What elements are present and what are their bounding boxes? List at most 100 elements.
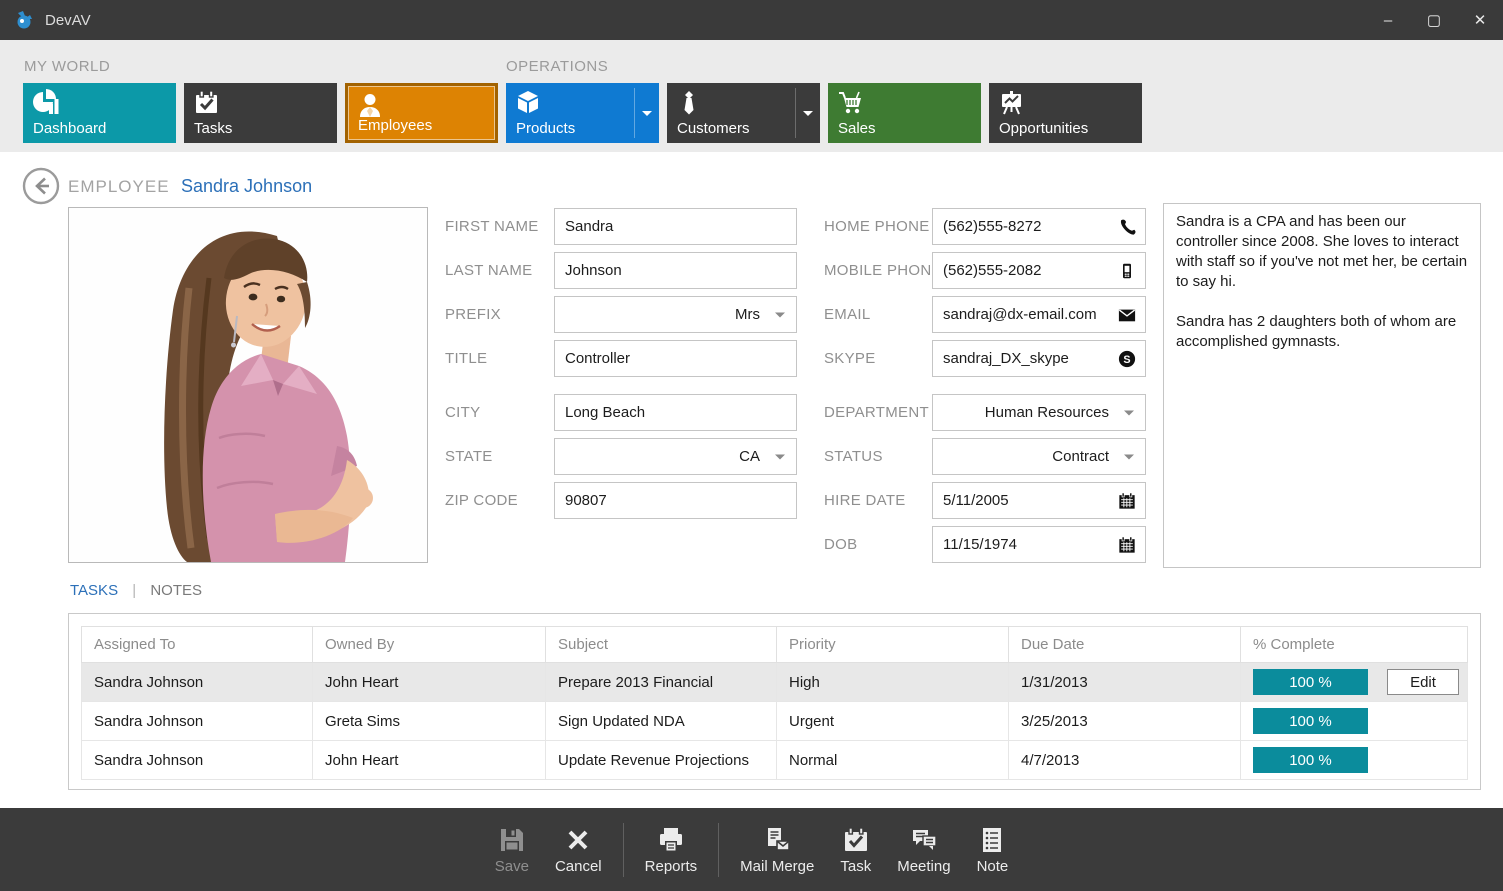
employee-photo[interactable] bbox=[68, 207, 428, 563]
back-arrow-icon bbox=[22, 167, 60, 205]
zip-field[interactable] bbox=[554, 482, 797, 519]
cell-owned-by[interactable]: John Heart bbox=[313, 663, 546, 702]
column-header-owned-by[interactable]: Owned By bbox=[313, 627, 546, 663]
meeting-button[interactable]: Meeting bbox=[884, 825, 963, 875]
last-name-field[interactable] bbox=[554, 252, 797, 289]
table-row[interactable]: Sandra Johnson John Heart Update Revenue… bbox=[82, 741, 1468, 780]
skype-label: SKYPE bbox=[824, 340, 876, 377]
prefix-value: Mrs bbox=[735, 306, 760, 323]
tasks-icon bbox=[193, 89, 220, 116]
column-header-complete[interactable]: % Complete bbox=[1241, 627, 1468, 663]
hire-date-field[interactable] bbox=[932, 482, 1146, 519]
column-header-due-date[interactable]: Due Date bbox=[1009, 627, 1241, 663]
cell-owned-by[interactable]: Greta Sims bbox=[313, 702, 546, 741]
title-field[interactable] bbox=[554, 340, 797, 377]
close-button[interactable]: ✕ bbox=[1457, 0, 1503, 40]
cell-complete: 100 % bbox=[1241, 741, 1468, 780]
title-bar: DevAV – ▢ ✕ bbox=[0, 0, 1503, 40]
skype-icon: S bbox=[1117, 349, 1137, 369]
products-dropdown-button[interactable] bbox=[634, 88, 659, 138]
cell-priority[interactable]: High bbox=[777, 663, 1009, 702]
column-header-priority[interactable]: Priority bbox=[777, 627, 1009, 663]
cell-complete: 100 % bbox=[1241, 702, 1468, 741]
cancel-button[interactable]: Cancel bbox=[542, 825, 615, 875]
title-input[interactable] bbox=[555, 341, 796, 376]
maximize-button[interactable]: ▢ bbox=[1411, 0, 1457, 40]
customers-dropdown-button[interactable] bbox=[795, 88, 820, 138]
mobile-phone-label: MOBILE PHONE bbox=[824, 252, 942, 289]
zip-input[interactable] bbox=[555, 483, 796, 518]
calendar-icon bbox=[1117, 491, 1137, 511]
employees-icon bbox=[357, 92, 384, 119]
tile-dashboard[interactable]: Dashboard bbox=[23, 83, 176, 143]
cell-owned-by[interactable]: John Heart bbox=[313, 741, 546, 780]
table-row[interactable]: Sandra Johnson John Heart Prepare 2013 F… bbox=[82, 663, 1468, 702]
sales-icon bbox=[837, 89, 864, 116]
first-name-input[interactable] bbox=[555, 209, 796, 244]
chevron-down-icon bbox=[1124, 454, 1134, 459]
cell-assigned-to[interactable]: Sandra Johnson bbox=[82, 663, 313, 702]
table-header-row: Assigned To Owned By Subject Priority Du… bbox=[82, 627, 1468, 663]
tile-tasks[interactable]: Tasks bbox=[184, 83, 337, 143]
task-calendar-icon bbox=[841, 825, 871, 855]
task-button[interactable]: Task bbox=[827, 825, 884, 875]
tile-sales[interactable]: Sales bbox=[828, 83, 981, 143]
mail-merge-icon bbox=[762, 825, 792, 855]
cell-subject[interactable]: Prepare 2013 Financial bbox=[546, 663, 777, 702]
status-dropdown[interactable]: Contract bbox=[932, 438, 1146, 475]
first-name-label: FIRST NAME bbox=[445, 208, 539, 245]
detail-tabs: TASKS | NOTES bbox=[70, 582, 202, 599]
column-header-subject[interactable]: Subject bbox=[546, 627, 777, 663]
back-button[interactable] bbox=[22, 167, 60, 205]
tab-tasks[interactable]: TASKS bbox=[70, 582, 118, 599]
edit-button[interactable]: Edit bbox=[1387, 669, 1459, 695]
skype-field[interactable]: S bbox=[932, 340, 1146, 377]
entity-label: EMPLOYEE bbox=[68, 177, 170, 197]
hire-date-input[interactable] bbox=[933, 483, 1145, 518]
email-field[interactable] bbox=[932, 296, 1146, 333]
tab-notes[interactable]: NOTES bbox=[150, 582, 202, 599]
tasks-table: Assigned To Owned By Subject Priority Du… bbox=[81, 626, 1468, 780]
cell-priority[interactable]: Normal bbox=[777, 741, 1009, 780]
dob-input[interactable] bbox=[933, 527, 1145, 562]
note-button[interactable]: Note bbox=[964, 825, 1022, 875]
tile-customers[interactable]: Customers bbox=[667, 83, 820, 143]
tile-products[interactable]: Products bbox=[506, 83, 659, 143]
skype-input[interactable] bbox=[933, 341, 1145, 376]
reports-button[interactable]: Reports bbox=[632, 825, 711, 875]
cell-due-date[interactable]: 4/7/2013 bbox=[1009, 741, 1241, 780]
tile-employees[interactable]: Employees bbox=[345, 83, 498, 143]
dob-field[interactable] bbox=[932, 526, 1146, 563]
minimize-button[interactable]: – bbox=[1365, 0, 1411, 40]
mobile-phone-input[interactable] bbox=[933, 253, 1145, 288]
chevron-down-icon bbox=[775, 312, 785, 317]
mail-merge-button[interactable]: Mail Merge bbox=[727, 825, 827, 875]
tile-opportunities[interactable]: Opportunities bbox=[989, 83, 1142, 143]
svg-text:S: S bbox=[1123, 354, 1130, 366]
prefix-dropdown[interactable]: Mrs bbox=[554, 296, 797, 333]
last-name-input[interactable] bbox=[555, 253, 796, 288]
cell-due-date[interactable]: 3/25/2013 bbox=[1009, 702, 1241, 741]
department-dropdown[interactable]: Human Resources bbox=[932, 394, 1146, 431]
email-input[interactable] bbox=[933, 297, 1145, 332]
home-phone-input[interactable] bbox=[933, 209, 1145, 244]
cell-subject[interactable]: Sign Updated NDA bbox=[546, 702, 777, 741]
table-row[interactable]: Sandra Johnson Greta Sims Sign Updated N… bbox=[82, 702, 1468, 741]
cell-due-date[interactable]: 1/31/2013 bbox=[1009, 663, 1241, 702]
home-phone-field[interactable] bbox=[932, 208, 1146, 245]
employee-notes-textarea[interactable]: Sandra is a CPA and has been our control… bbox=[1163, 203, 1481, 568]
cell-assigned-to[interactable]: Sandra Johnson bbox=[82, 741, 313, 780]
save-button[interactable]: Save bbox=[482, 825, 542, 875]
city-input[interactable] bbox=[555, 395, 796, 430]
printer-icon bbox=[656, 825, 686, 855]
state-label: STATE bbox=[445, 438, 493, 475]
mobile-phone-field[interactable] bbox=[932, 252, 1146, 289]
dashboard-icon bbox=[32, 89, 59, 116]
cell-subject[interactable]: Update Revenue Projections bbox=[546, 741, 777, 780]
state-dropdown[interactable]: CA bbox=[554, 438, 797, 475]
city-field[interactable] bbox=[554, 394, 797, 431]
first-name-field[interactable] bbox=[554, 208, 797, 245]
cell-priority[interactable]: Urgent bbox=[777, 702, 1009, 741]
cell-assigned-to[interactable]: Sandra Johnson bbox=[82, 702, 313, 741]
column-header-assigned-to[interactable]: Assigned To bbox=[82, 627, 313, 663]
